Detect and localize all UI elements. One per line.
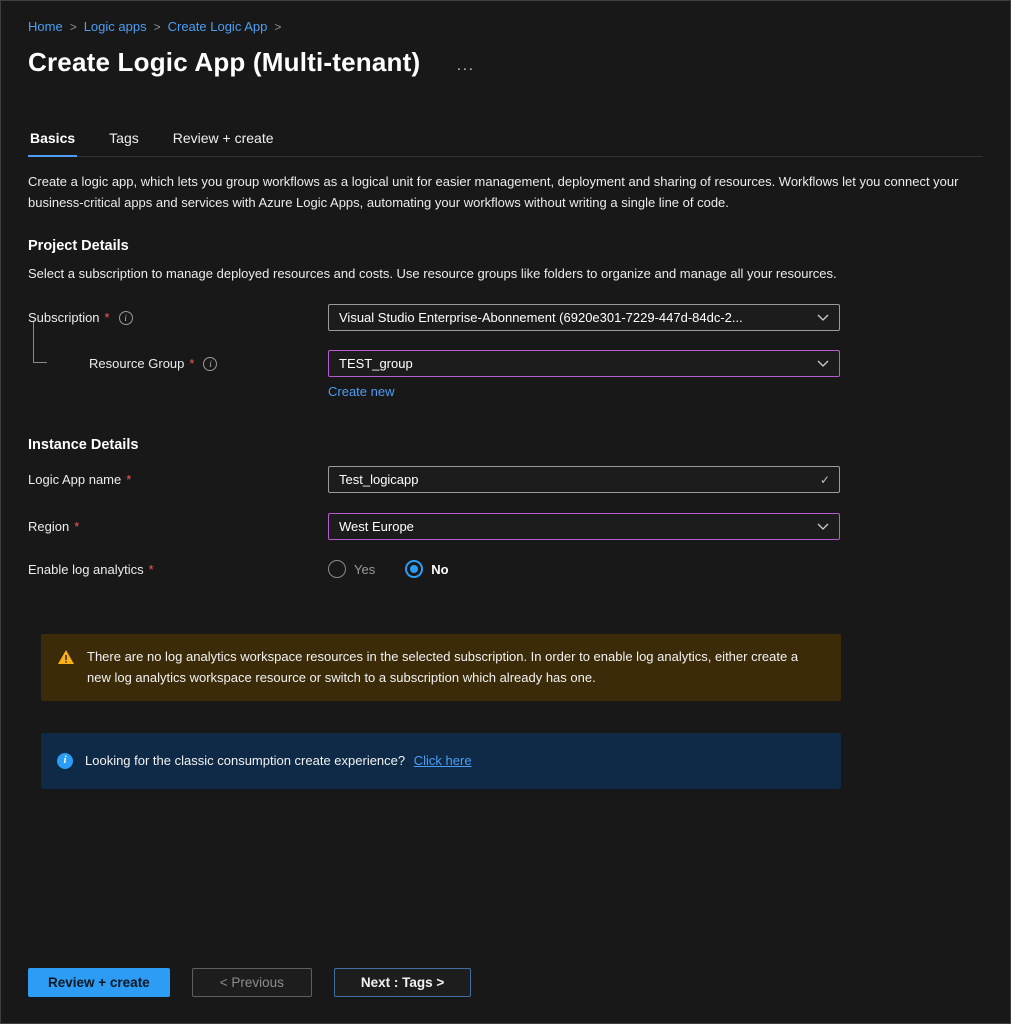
resource-group-dropdown[interactable]: TEST_group xyxy=(328,350,840,377)
radio-no-label: No xyxy=(431,562,448,577)
region-control: West Europe xyxy=(328,513,840,540)
subscription-row: Subscription * i Visual Studio Enterpris… xyxy=(28,304,983,331)
required-asterisk: * xyxy=(74,519,79,534)
breadcrumb-separator: > xyxy=(274,20,281,34)
logic-app-name-row: Logic App name * ✓ xyxy=(28,466,983,493)
more-options-button[interactable]: ··· xyxy=(456,48,474,77)
chevron-down-icon xyxy=(817,314,829,321)
create-new-row: Create new xyxy=(328,384,983,399)
click-here-link[interactable]: Click here xyxy=(414,751,472,771)
project-details-heading: Project Details xyxy=(28,238,983,254)
valid-checkmark-icon: ✓ xyxy=(820,473,830,487)
info-banner-text: Looking for the classic consumption crea… xyxy=(85,753,405,768)
create-logic-app-page: Home > Logic apps > Create Logic App > C… xyxy=(0,0,1011,1024)
page-title: Create Logic App (Multi-tenant) xyxy=(28,47,420,78)
title-row: Create Logic App (Multi-tenant) ··· xyxy=(28,47,983,78)
tab-bar: Basics Tags Review + create xyxy=(28,130,983,157)
project-details-description: Select a subscription to manage deployed… xyxy=(28,264,983,285)
warning-triangle-icon xyxy=(57,649,75,687)
footer-action-bar: Review + create < Previous Next : Tags > xyxy=(28,968,983,997)
info-banner-content: Looking for the classic consumption crea… xyxy=(85,751,472,771)
resource-group-row: Resource Group * i TEST_group xyxy=(28,350,983,377)
breadcrumb-separator: > xyxy=(154,20,161,34)
region-value: West Europe xyxy=(339,519,414,534)
region-row: Region * West Europe xyxy=(28,513,983,540)
enable-log-analytics-row: Enable log analytics * Yes No xyxy=(28,560,983,578)
instance-details-heading: Instance Details xyxy=(28,437,983,453)
logic-app-name-label: Logic App name xyxy=(28,472,121,487)
radio-yes-label: Yes xyxy=(354,562,375,577)
breadcrumb-separator: > xyxy=(70,20,77,34)
resource-group-value: TEST_group xyxy=(339,356,413,371)
next-tags-button[interactable]: Next : Tags > xyxy=(334,968,471,997)
intro-text: Create a logic app, which lets you group… xyxy=(28,172,983,214)
tab-review-create[interactable]: Review + create xyxy=(171,130,276,157)
chevron-down-icon xyxy=(817,360,829,367)
warning-banner: There are no log analytics workspace res… xyxy=(41,634,841,700)
info-banner: i Looking for the classic consumption cr… xyxy=(41,733,841,789)
region-label-cell: Region * xyxy=(28,519,328,534)
info-icon[interactable]: i xyxy=(203,357,217,371)
warning-banner-text: There are no log analytics workspace res… xyxy=(87,647,825,687)
logic-app-name-label-cell: Logic App name * xyxy=(28,472,328,487)
resource-group-label: Resource Group xyxy=(89,356,184,371)
breadcrumb-create-logic-app[interactable]: Create Logic App xyxy=(168,19,268,34)
subscription-label-cell: Subscription * i xyxy=(28,310,328,325)
subscription-dropdown[interactable]: Visual Studio Enterprise-Abonnement (692… xyxy=(328,304,840,331)
info-icon[interactable]: i xyxy=(119,311,133,325)
radio-no[interactable]: No xyxy=(405,560,448,578)
review-create-button[interactable]: Review + create xyxy=(28,968,170,997)
breadcrumb-logic-apps[interactable]: Logic apps xyxy=(84,19,147,34)
tab-tags[interactable]: Tags xyxy=(107,130,141,157)
logic-app-name-field: ✓ xyxy=(328,466,840,493)
subscription-value: Visual Studio Enterprise-Abonnement (692… xyxy=(339,310,743,325)
required-asterisk: * xyxy=(126,472,131,487)
chevron-down-icon xyxy=(817,523,829,530)
radio-yes[interactable]: Yes xyxy=(328,560,375,578)
subscription-control: Visual Studio Enterprise-Abonnement (692… xyxy=(328,304,840,331)
logic-app-name-input[interactable] xyxy=(329,467,839,492)
required-asterisk: * xyxy=(149,562,154,577)
required-asterisk: * xyxy=(189,356,194,371)
previous-button[interactable]: < Previous xyxy=(192,968,312,997)
tab-basics[interactable]: Basics xyxy=(28,130,77,157)
enable-log-analytics-radio-group: Yes No xyxy=(328,560,840,578)
radio-unchecked-icon xyxy=(328,560,346,578)
resource-group-control: TEST_group xyxy=(328,350,840,377)
region-label: Region xyxy=(28,519,69,534)
enable-log-analytics-label: Enable log analytics xyxy=(28,562,144,577)
enable-log-analytics-label-cell: Enable log analytics * xyxy=(28,562,328,577)
create-new-link[interactable]: Create new xyxy=(328,384,394,399)
breadcrumb-home[interactable]: Home xyxy=(28,19,63,34)
region-dropdown[interactable]: West Europe xyxy=(328,513,840,540)
radio-checked-icon xyxy=(405,560,423,578)
resource-group-label-cell: Resource Group * i xyxy=(28,356,328,371)
hierarchy-connector-line xyxy=(33,322,47,363)
logic-app-name-control: ✓ xyxy=(328,466,840,493)
breadcrumb: Home > Logic apps > Create Logic App > xyxy=(28,19,983,34)
required-asterisk: * xyxy=(105,310,110,325)
info-circle-icon: i xyxy=(57,753,73,769)
